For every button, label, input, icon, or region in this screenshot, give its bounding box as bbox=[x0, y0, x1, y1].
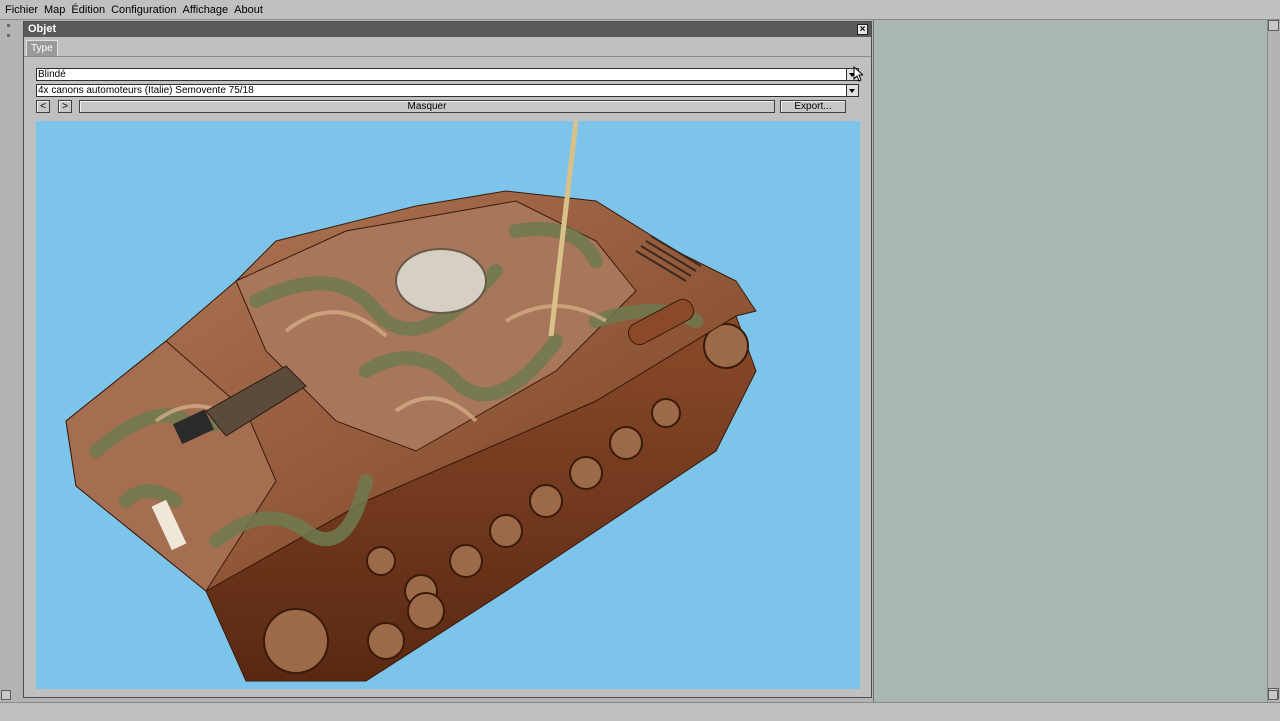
status-bar bbox=[0, 702, 1280, 721]
scroll-corner-icon[interactable] bbox=[1268, 690, 1278, 700]
left-gutter bbox=[0, 20, 20, 700]
menu-map[interactable]: Map bbox=[41, 0, 68, 17]
scroll-left-arrow-icon[interactable] bbox=[1, 690, 11, 700]
menu-affichage[interactable]: Affichage bbox=[180, 0, 232, 17]
dialog-titlebar[interactable]: Objet × bbox=[24, 22, 871, 37]
dropdown-arrow-icon[interactable] bbox=[846, 85, 858, 96]
menu-edition[interactable]: Édition bbox=[68, 0, 108, 17]
tab-strip: Type bbox=[24, 38, 871, 57]
model-select-value: 4x canons automoteurs (Italie) Semovente… bbox=[38, 85, 254, 96]
menu-fichier[interactable]: Fichier bbox=[0, 0, 41, 17]
hide-button[interactable]: Masquer bbox=[79, 100, 775, 113]
menu-configuration[interactable]: Configuration bbox=[108, 0, 179, 17]
mouse-cursor-icon bbox=[853, 66, 863, 82]
gutter-marker bbox=[7, 34, 10, 37]
category-select-value: Blindé bbox=[38, 69, 66, 80]
next-button[interactable]: > bbox=[58, 100, 72, 113]
dialog-title: Objet bbox=[28, 23, 57, 35]
model-select[interactable]: 4x canons automoteurs (Italie) Semovente… bbox=[36, 84, 859, 97]
objet-dialog: Objet × Type Blindé 4x canons automoteur… bbox=[23, 21, 872, 698]
scroll-up-arrow-icon[interactable] bbox=[1268, 20, 1279, 31]
map-panel[interactable] bbox=[873, 20, 1268, 702]
3d-viewport[interactable] bbox=[36, 121, 860, 689]
close-icon[interactable]: × bbox=[857, 24, 868, 35]
roof-hatch bbox=[395, 248, 487, 314]
menu-bar: Fichier Map Édition Configuration Affichage A… bbox=[0, 0, 1280, 20]
category-select[interactable]: Blindé bbox=[36, 68, 859, 81]
previous-button[interactable]: < bbox=[36, 100, 50, 113]
tab-type[interactable]: Type bbox=[26, 40, 58, 56]
export-button[interactable]: Export... bbox=[780, 100, 846, 113]
vertical-scrollbar[interactable] bbox=[1267, 20, 1280, 702]
tank-model bbox=[65, 121, 757, 682]
gutter-marker bbox=[7, 24, 10, 27]
menu-about[interactable]: About bbox=[231, 0, 266, 17]
